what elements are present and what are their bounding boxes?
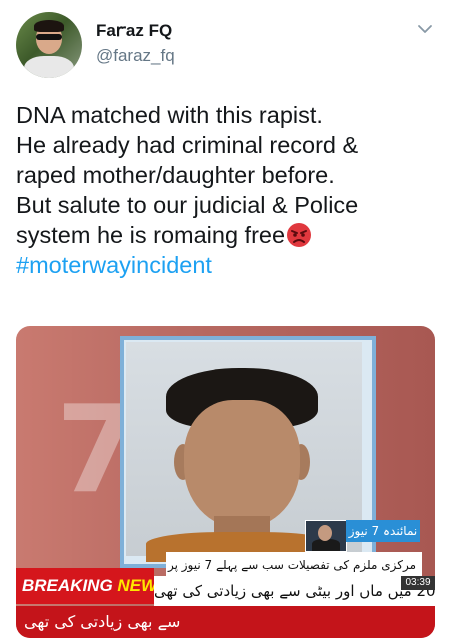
tweet-line: raped mother/daughter before. xyxy=(16,162,335,188)
tweet-media-image[interactable]: 7 نمائندہ 7 نیوز مرکزی ملزم کی تفصیلات س… xyxy=(16,326,435,638)
avatar-sunglasses xyxy=(36,34,62,40)
user-handle[interactable]: @faraz_fq xyxy=(96,46,175,66)
tweet-line: system he is romaing free xyxy=(16,222,286,248)
breaking-news-badge: BREAKING NEWS xyxy=(16,568,168,604)
tweet-line-with-emoji: system he is romaing free xyxy=(16,220,436,250)
news-ticker: سے بھی زیادتی کی تھی xyxy=(16,606,435,638)
hashtag-link[interactable]: #moterwayincident xyxy=(16,250,436,280)
avatar-shirt xyxy=(24,56,74,78)
tweet-line: DNA matched with this rapist. xyxy=(16,102,323,128)
tweet-line: But salute to our judicial & Police xyxy=(16,192,359,218)
display-name[interactable]: Faꭈaz FQ xyxy=(96,18,172,41)
avatar-hair xyxy=(34,20,64,32)
urdu-subheadline: مرکزی ملزم کی تفصیلات سب سے پہلے 7 نیوز … xyxy=(166,552,422,578)
tweet-card: Faꭈaz FQ @faraz_fq DNA matched with this… xyxy=(0,0,450,639)
tweet-text: DNA matched with this rapist. He already… xyxy=(16,100,436,280)
reporter-label: نمائندہ 7 نیوز xyxy=(346,520,420,542)
urdu-headline: ملزم عابد نے 2013 میں ماں اور بیٹی سے بھ… xyxy=(154,576,435,606)
broadcast-clock: 03:39 xyxy=(401,576,435,590)
angry-face-icon xyxy=(287,223,312,247)
reporter-head xyxy=(318,525,332,541)
breaking-word: BREAKING xyxy=(22,576,113,595)
tweet-line: He already had criminal record & xyxy=(16,132,359,158)
photo-face xyxy=(184,400,300,528)
avatar[interactable] xyxy=(16,12,82,78)
reporter-inset xyxy=(305,520,347,552)
chevron-down-icon[interactable] xyxy=(416,20,434,38)
